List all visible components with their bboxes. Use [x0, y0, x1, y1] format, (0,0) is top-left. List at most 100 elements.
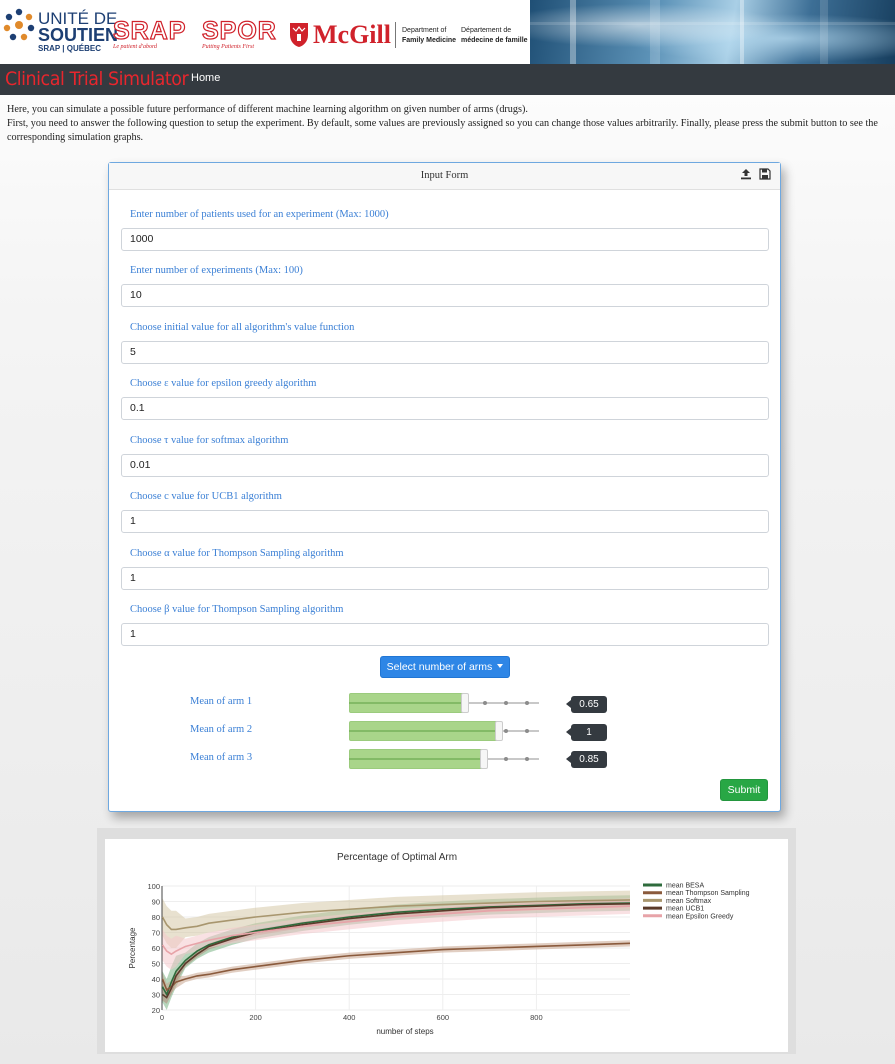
- slider-tick: [504, 757, 508, 761]
- dept-french-line2: médecine de famille: [461, 37, 528, 44]
- spor-logo: SPOR Putting Patients First: [201, 17, 286, 54]
- arm-2-label: Mean of arm 2: [190, 724, 253, 735]
- y-tick-label: 80: [152, 913, 160, 922]
- arm-1-slider[interactable]: [349, 693, 539, 713]
- arm-1-value: 0.65: [566, 696, 607, 713]
- y-axis-label: Percentage: [128, 927, 137, 968]
- dept-french-line1: Département de: [461, 27, 512, 34]
- intro-text: Here, you can simulate a possible future…: [7, 103, 892, 146]
- y-tick-label: 20: [152, 1006, 160, 1015]
- srap-wordmark: SRAP: [112, 17, 187, 45]
- unite-de-soutien-logo: UNITÉ DE SOUTIEN SRAP | QUÉBEC: [2, 4, 118, 60]
- header-banner: UNITÉ DE SOUTIEN SRAP | QUÉBEC SRAP Le p…: [0, 0, 895, 64]
- x-tick-label: 600: [437, 1013, 450, 1022]
- ucb-c-input[interactable]: 1: [121, 510, 769, 533]
- experiments-input[interactable]: 10: [121, 284, 769, 307]
- card-header: Input Form: [109, 163, 780, 190]
- slider-line: [349, 702, 467, 704]
- unite-logo-mark-icon: [3, 8, 35, 41]
- save-icon[interactable]: [759, 168, 771, 180]
- arm-2-slider[interactable]: [349, 721, 539, 741]
- caret-down-icon: [497, 664, 504, 668]
- x-tick-label: 800: [530, 1013, 543, 1022]
- slider-tick: [525, 757, 529, 761]
- legend-label: mean Epsilon Greedy: [666, 913, 734, 920]
- ucb-c-label: Choose c value for UCB1 algorithm: [130, 491, 282, 502]
- mcgill-shield-icon: [290, 23, 308, 47]
- unite-line3: SRAP | QUÉBEC: [38, 44, 101, 53]
- chart-container: Percentage of Optimal Arm 20 30 40 50 60 70 80 9…: [105, 839, 788, 1052]
- chart-panel: Percentage of Optimal Arm 20 30 40 50 60 70 80 9…: [97, 828, 796, 1054]
- arm-1-label: Mean of arm 1: [190, 696, 253, 707]
- slider-tick: [525, 701, 529, 705]
- slider-line: [349, 730, 501, 732]
- dept-english-line2: Family Medicine: [402, 37, 457, 44]
- epsilon-input[interactable]: 0.1: [121, 397, 769, 420]
- srap-tagline: Le patient d'abord: [113, 44, 158, 50]
- slider-tick: [525, 729, 529, 733]
- slider-tick: [504, 729, 508, 733]
- x-tick-label: 400: [343, 1013, 356, 1022]
- chart-title: Percentage of Optimal Arm: [337, 852, 457, 863]
- card-title: Input Form: [420, 170, 469, 181]
- initial-value-input[interactable]: 5: [121, 341, 769, 364]
- intro-line2: First, you need to answer the following …: [7, 118, 878, 144]
- arm-2-value: 1: [566, 724, 607, 741]
- unite-line2: SOUTIEN: [38, 25, 119, 45]
- legend-label: mean BESA: [666, 883, 704, 890]
- select-arms-dropdown[interactable]: Select number of arms: [380, 656, 510, 678]
- slider-thumb[interactable]: [480, 749, 488, 769]
- arm-3-label: Mean of arm 3: [190, 752, 253, 763]
- beta-label: Choose β value for Thompson Sampling alg…: [130, 604, 344, 615]
- mcgill-logo: McGill Department of Family Medicine Dép…: [289, 18, 529, 54]
- experiments-label: Enter number of experiments (Max: 100): [130, 265, 303, 276]
- spor-wordmark: SPOR: [201, 17, 277, 45]
- navbar: Clinical Trial Simulator Home: [0, 64, 895, 95]
- patients-input[interactable]: 1000: [121, 228, 769, 251]
- alpha-label: Choose α value for Thompson Sampling alg…: [130, 548, 344, 559]
- slider-tick: [504, 701, 508, 705]
- y-tick-label: 60: [152, 944, 160, 953]
- legend-label: mean Softmax: [666, 898, 712, 905]
- y-tick-label: 100: [147, 882, 160, 891]
- nav-home-link[interactable]: Home: [191, 72, 220, 84]
- x-axis-label: number of steps: [376, 1027, 433, 1036]
- patients-label: Enter number of patients used for an exp…: [130, 209, 389, 220]
- y-tick-label: 70: [152, 929, 160, 938]
- series-band: [162, 940, 630, 997]
- initial-value-label: Choose initial value for all algorithm's…: [130, 322, 355, 333]
- y-tick-label: 40: [152, 975, 160, 984]
- arm-3-slider[interactable]: [349, 749, 539, 769]
- mcgill-divider: [395, 22, 396, 48]
- srap-logo: SRAP Le patient d'abord: [112, 17, 199, 54]
- input-form-card: Input Form Enter number of patients used…: [108, 162, 781, 812]
- tau-label: Choose τ value for softmax algorithm: [130, 435, 289, 446]
- dept-english: Department of Family Medicine: [402, 26, 456, 46]
- epsilon-label: Choose ε value for epsilon greedy algori…: [130, 378, 317, 389]
- x-tick-label: 200: [249, 1013, 262, 1022]
- x-tick-label: 0: [160, 1013, 164, 1022]
- slider-line: [349, 758, 486, 760]
- slider-thumb[interactable]: [495, 721, 503, 741]
- beta-input[interactable]: 1: [121, 623, 769, 646]
- arm-3-value: 0.85: [566, 751, 607, 768]
- legend-label: mean UCB1: [666, 906, 704, 913]
- submit-button[interactable]: Submit: [720, 779, 768, 801]
- app-brand[interactable]: Clinical Trial Simulator: [5, 66, 189, 92]
- banner-photo: [530, 0, 895, 64]
- dept-french: Département de médecine de famille: [461, 26, 528, 46]
- y-tick-label: 50: [152, 960, 160, 969]
- alpha-input[interactable]: 1: [121, 567, 769, 590]
- select-arms-label: Select number of arms: [386, 661, 493, 673]
- legend-label: mean Thompson Sampling: [666, 890, 750, 897]
- mcgill-wordmark: McGill: [313, 20, 391, 49]
- upload-icon[interactable]: [740, 168, 752, 180]
- y-tick-label: 90: [152, 898, 160, 907]
- dept-english-line1: Department of: [402, 27, 447, 34]
- slider-thumb[interactable]: [461, 693, 469, 713]
- intro-line1: Here, you can simulate a possible future…: [7, 104, 528, 115]
- y-tick-label: 30: [152, 991, 160, 1000]
- tau-input[interactable]: 0.01: [121, 454, 769, 477]
- slider-tick: [483, 701, 487, 705]
- optimal-arm-chart: Percentage of Optimal Arm 20 30 40 50 60 70 80 9…: [128, 852, 750, 1036]
